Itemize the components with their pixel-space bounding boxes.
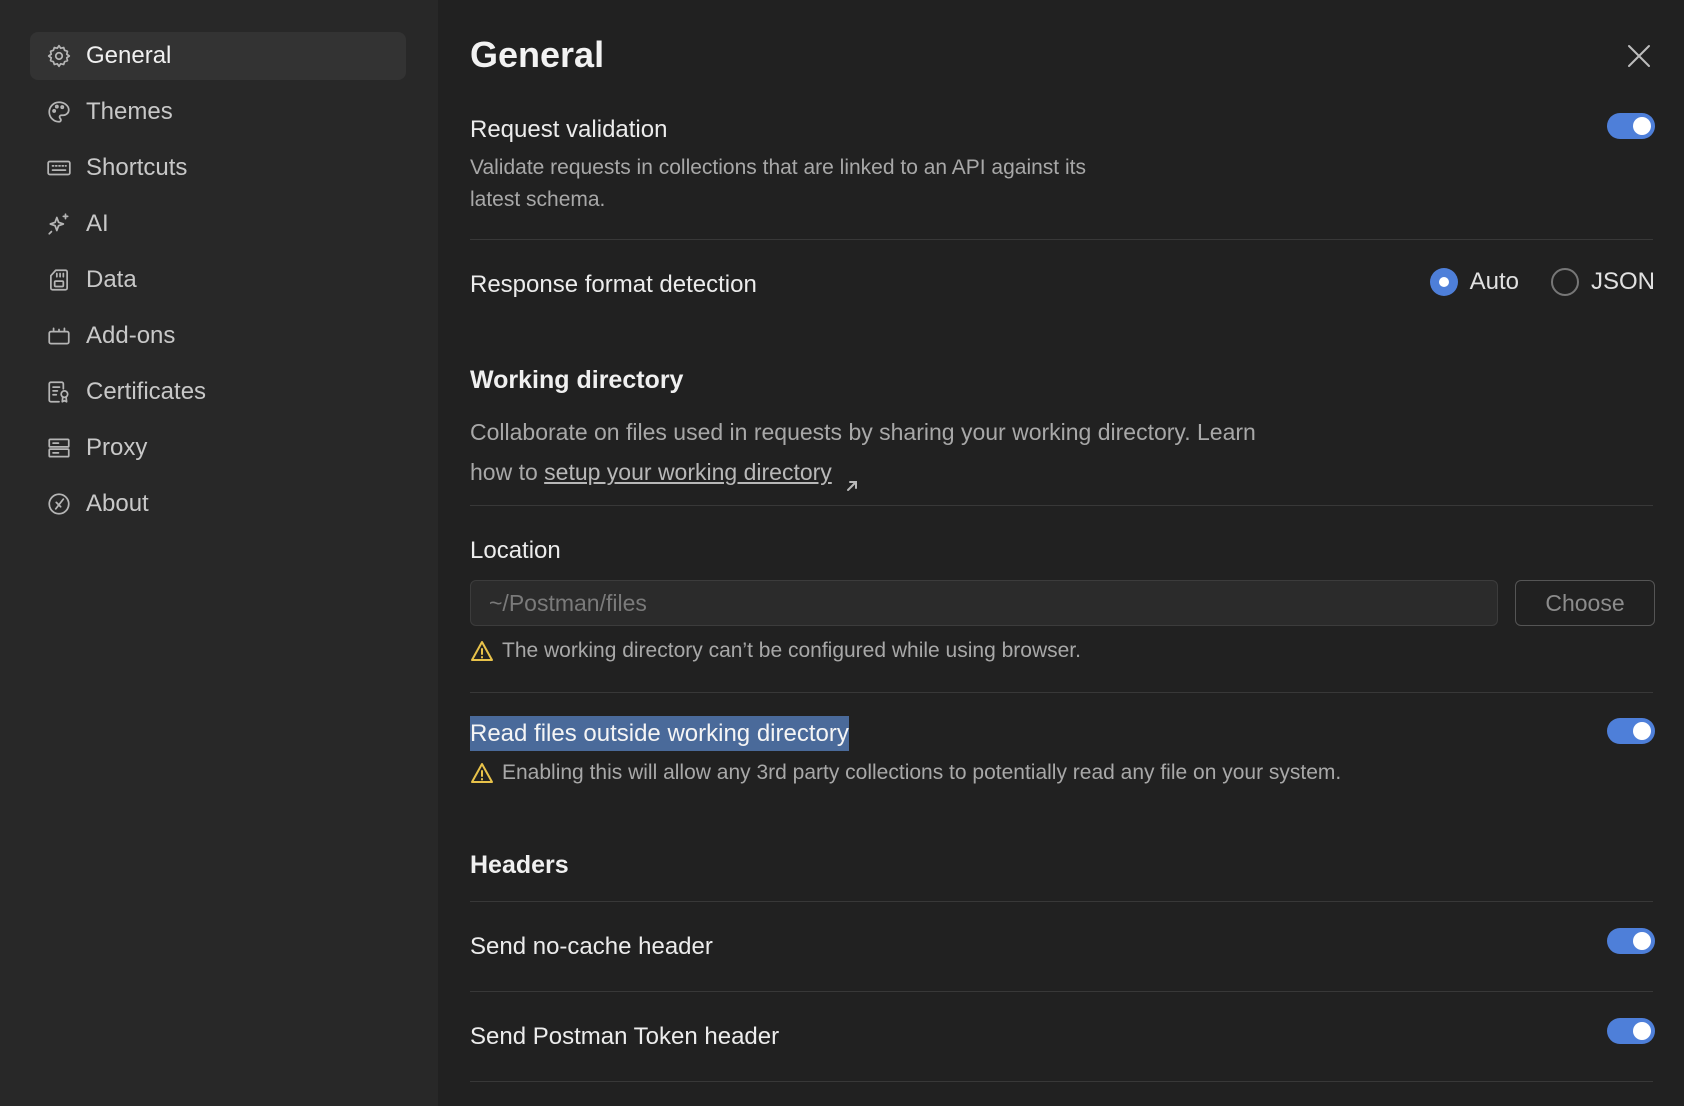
postman-token-title: Send Postman Token header bbox=[470, 1023, 780, 1050]
setup-working-directory-link[interactable]: setup your working directory bbox=[544, 459, 832, 485]
settings-sidebar: General Themes Shortcuts AI Data Add-ons bbox=[0, 0, 438, 1106]
no-cache-toggle[interactable] bbox=[1607, 928, 1655, 954]
request-validation-desc-line2: latest schema. bbox=[470, 188, 606, 211]
warning-icon bbox=[471, 641, 493, 661]
headers-title: Headers bbox=[470, 851, 569, 879]
close-icon bbox=[1628, 45, 1650, 67]
radio-auto[interactable]: Auto bbox=[1429, 268, 1519, 296]
location-input[interactable] bbox=[470, 580, 1498, 626]
working-directory-desc-line1: Collaborate on files used in requests by… bbox=[470, 419, 1256, 445]
postman-logo-icon bbox=[44, 489, 74, 519]
sidebar-item-data[interactable]: Data bbox=[30, 256, 406, 304]
radio-dot bbox=[1429, 268, 1458, 296]
sidebar-item-label: AI bbox=[86, 210, 109, 237]
server-icon bbox=[44, 433, 74, 463]
settings-main: General Request validation Validate requ… bbox=[470, 0, 1655, 1106]
divider bbox=[470, 901, 1653, 902]
divider bbox=[470, 239, 1653, 240]
sidebar-item-certificates[interactable]: Certificates bbox=[30, 368, 406, 416]
external-link-icon bbox=[844, 466, 860, 491]
choose-button[interactable]: Choose bbox=[1515, 580, 1655, 626]
sidebar-item-addons[interactable]: Add-ons bbox=[30, 312, 406, 360]
request-validation-desc-line1: Validate requests in collections that ar… bbox=[470, 156, 1086, 179]
sidebar-item-label: Themes bbox=[86, 98, 173, 125]
radio-dot bbox=[1550, 268, 1579, 296]
divider bbox=[470, 991, 1653, 992]
location-title: Location bbox=[470, 537, 561, 564]
close-button[interactable] bbox=[1623, 40, 1655, 72]
sidebar-item-proxy[interactable]: Proxy bbox=[30, 424, 406, 472]
postman-token-toggle[interactable] bbox=[1607, 1018, 1655, 1044]
warning-icon bbox=[471, 763, 493, 783]
sidebar-item-label: About bbox=[86, 490, 149, 517]
sidebar-item-general[interactable]: General bbox=[30, 32, 406, 80]
sidebar-item-label: Shortcuts bbox=[86, 154, 188, 181]
response-format-radio-group: Auto JSON bbox=[1398, 268, 1655, 296]
palette-icon bbox=[44, 97, 74, 127]
addons-icon bbox=[44, 321, 74, 351]
read-outside-title-text: Read files outside working directory bbox=[470, 716, 849, 751]
location-warning-text: The working directory can’t be configure… bbox=[502, 639, 1081, 662]
working-directory-desc-line2: how to setup your working directory bbox=[470, 452, 860, 492]
radio-json[interactable]: JSON bbox=[1550, 268, 1655, 296]
read-outside-title: Read files outside working directory bbox=[470, 716, 849, 751]
sidebar-item-label: Certificates bbox=[86, 378, 207, 405]
radio-label: Auto bbox=[1469, 268, 1519, 295]
read-outside-toggle[interactable] bbox=[1607, 718, 1655, 744]
sidebar-item-label: General bbox=[86, 42, 172, 69]
read-outside-warning: Enabling this will allow any 3rd party c… bbox=[470, 761, 1341, 785]
response-format-title: Response format detection bbox=[470, 271, 757, 298]
sidebar-item-themes[interactable]: Themes bbox=[30, 88, 406, 136]
radio-label: JSON bbox=[1590, 268, 1655, 295]
request-validation-title: Request validation bbox=[470, 116, 668, 143]
divider bbox=[470, 1081, 1653, 1082]
sidebar-item-ai[interactable]: AI bbox=[30, 200, 406, 248]
sidebar-item-about[interactable]: About bbox=[30, 480, 406, 528]
sidebar-item-label: Proxy bbox=[86, 434, 148, 461]
divider bbox=[470, 505, 1653, 506]
sidebar-item-shortcuts[interactable]: Shortcuts bbox=[30, 144, 406, 192]
location-warning: The working directory can’t be configure… bbox=[470, 639, 1081, 663]
sidebar-item-label: Data bbox=[86, 266, 137, 293]
keyboard-icon bbox=[44, 153, 74, 183]
read-outside-warning-text: Enabling this will allow any 3rd party c… bbox=[502, 761, 1342, 784]
sidebar-item-label: Add-ons bbox=[86, 322, 176, 349]
divider bbox=[470, 692, 1653, 693]
request-validation-toggle[interactable] bbox=[1607, 113, 1655, 139]
sd-card-icon bbox=[44, 265, 74, 295]
working-directory-desc-prefix: how to bbox=[470, 459, 538, 485]
working-directory-title: Working directory bbox=[470, 366, 684, 394]
certificate-icon bbox=[44, 377, 74, 407]
gear-icon bbox=[44, 41, 74, 71]
sparkle-icon bbox=[44, 209, 74, 239]
page-title: General bbox=[470, 34, 605, 75]
no-cache-title: Send no-cache header bbox=[470, 933, 713, 960]
